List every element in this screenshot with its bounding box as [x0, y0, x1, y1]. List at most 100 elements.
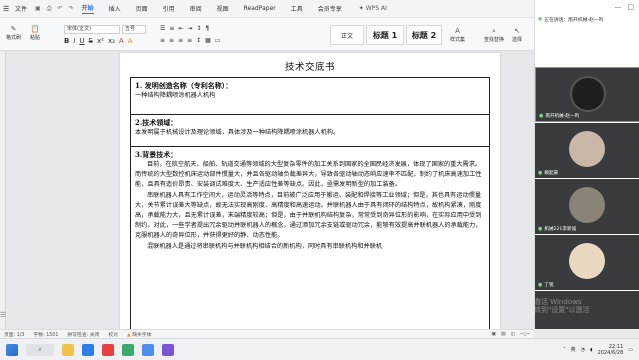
section-technical-field[interactable]: 2.技术领域： 本发明属于机械设计及理论领域，具体涉及一种结构降耦喷涂机器人机构…	[131, 115, 489, 147]
chat-app-icon[interactable]	[122, 343, 134, 356]
subscript-icon[interactable]: x₂	[108, 37, 115, 45]
italic-icon[interactable]: I	[73, 37, 75, 45]
section-invention-name[interactable]: 1. 发明创造名称（专利名称）： 一种结构降耦喷涂机器人机构	[131, 78, 489, 115]
active-speaker-text: 正在讲话：南开机械-赵一鸣	[544, 18, 604, 23]
redo-icon[interactable]: ↷	[69, 5, 74, 13]
section-body: 一种结构降耦喷涂机器人机构	[135, 92, 216, 99]
clock[interactable]: 22:11 2024/6/28	[598, 344, 624, 356]
style-normal[interactable]: 正文	[330, 25, 364, 45]
participant-tile[interactable]: ● 赖起豪	[535, 123, 639, 178]
search-icon[interactable]: ⌕	[26, 343, 54, 356]
select-button[interactable]: ↖ 选择	[512, 26, 522, 43]
tab-readpaper[interactable]: ReadPaper	[244, 5, 276, 12]
file-menu[interactable]: 文件	[15, 4, 27, 13]
line-spacing-icon[interactable]: ↕	[196, 37, 201, 44]
participant-name: ● 赖起豪	[538, 170, 559, 176]
activation-watermark: 激活 Windows 转到"设置"以激活	[534, 298, 590, 314]
font-color-icon[interactable]: A	[119, 37, 124, 45]
app-icon[interactable]	[162, 343, 174, 356]
notification-icon[interactable]: ▭	[628, 347, 633, 353]
microphone-icon: ●	[538, 282, 543, 288]
paragraph: 混联机器人是通过将串联机构与并联机构相结合的新机构，同时具有串联机构和并联机	[147, 242, 383, 250]
increase-indent-icon[interactable]: ⇥	[187, 25, 192, 32]
bullet-list-icon[interactable]: ☰	[160, 25, 165, 32]
style-heading-1[interactable]: 标题 1	[366, 25, 404, 45]
font-name-select[interactable]: 宋体(正文)	[64, 25, 120, 34]
tab-tools[interactable]: 工具	[291, 4, 303, 13]
chevron-up-icon[interactable]: ˄	[563, 347, 566, 353]
view-controls: ▣ ▤ ◫ ─○─	[491, 332, 534, 337]
highlight-icon[interactable]: A	[128, 37, 133, 45]
nav-pane-toggle-icon[interactable]: ☰	[0, 311, 8, 323]
edge-icon[interactable]	[82, 343, 94, 356]
paragraph-row-2: ≡ ≡ ≡ ≡ ↕ ▦ ▭	[160, 37, 221, 44]
align-left-icon[interactable]: ≡	[160, 37, 165, 44]
tab-view[interactable]: 视图	[217, 4, 229, 13]
participant-name: ● 南开机械-赵一鸣	[539, 113, 580, 119]
input-method-indicator[interactable]: 英	[571, 346, 576, 353]
align-right-icon[interactable]: ≡	[178, 37, 183, 44]
numbered-list-icon[interactable]: ≡	[169, 25, 174, 32]
spell-check-status[interactable]: 拼写检查: 关闭	[67, 331, 99, 338]
participant-tile[interactable]: ● 丁铭	[535, 235, 639, 290]
web-view-icon[interactable]: ◫	[510, 332, 515, 337]
brush-icon: ✎	[10, 25, 17, 33]
file-explorer-icon[interactable]	[62, 343, 74, 356]
print-icon[interactable]: ⎙	[47, 5, 52, 13]
format-painter-button[interactable]: ✎ 格式刷	[6, 24, 21, 41]
paragraph: 串联机器人具有工作空间大，运动灵活等特点，目前被广泛应用于搬运、装配和焊接等工业…	[135, 191, 482, 240]
start-button[interactable]	[6, 343, 18, 356]
menu-icon[interactable]: ☰	[3, 5, 13, 13]
document-area[interactable]: 技术交底书 1. 发明创造名称（专利名称）： 一种结构降耦喷涂机器人机构 2.技…	[0, 51, 534, 329]
decrease-indent-icon[interactable]: ⇤	[178, 25, 183, 32]
tab-reference[interactable]: 引用	[163, 4, 175, 13]
undo-icon[interactable]: ↶	[58, 5, 63, 13]
meeting-app-icon[interactable]	[142, 343, 154, 356]
tab-page[interactable]: 页面	[136, 4, 148, 13]
find-replace-button[interactable]: ⌕ 查找替换	[484, 26, 504, 44]
save-icon[interactable]: ▣	[35, 5, 41, 13]
minimize-icon[interactable]: —	[614, 3, 621, 11]
wps-icon[interactable]	[102, 343, 114, 356]
missing-font-alert[interactable]: ▲ 缺失字体	[127, 331, 151, 338]
style-heading-2[interactable]: 标题 2	[406, 25, 442, 45]
quick-access-toolbar: ▣ ⎙ ↶ ↷	[35, 5, 74, 13]
tab-start[interactable]: 开始	[81, 3, 94, 14]
paragraph: 目前，在航空航天、船舶、轨道交通等领域的大型复杂零件的加工关系到国家的全国民经济…	[135, 161, 482, 189]
strikethrough-icon[interactable]: S	[89, 37, 93, 45]
participant-tile[interactable]: ● 机械221李新诚	[535, 179, 639, 234]
network-icon[interactable]: ◔	[581, 347, 585, 353]
select-label: 选择	[512, 37, 523, 43]
paste-button[interactable]: 📋 粘贴	[30, 24, 40, 41]
read-mode-icon[interactable]: ▣	[491, 332, 496, 337]
align-center-icon[interactable]: ≡	[169, 37, 174, 44]
maximize-icon[interactable]: □	[627, 3, 634, 11]
section-background[interactable]: 3.背景技术： 目前，在航空航天、船舶、轨道交通等领域的大型复杂零件的加工关系到…	[131, 147, 489, 329]
word-count[interactable]: 字数: 1501	[33, 331, 58, 338]
disclosure-table: 1. 发明创造名称（专利名称）： 一种结构降耦喷涂机器人机构 2.技术领域： 本…	[130, 77, 490, 329]
bold-icon[interactable]: B	[64, 37, 69, 45]
vertical-ruler	[0, 51, 6, 329]
page-view-icon[interactable]: ▤	[501, 332, 506, 337]
style-set-button[interactable]: A 样式集	[450, 26, 465, 43]
shading-icon[interactable]: ▦	[205, 37, 211, 44]
tab-review[interactable]: 审阅	[190, 4, 202, 13]
wps-ai-label: WPS AI	[365, 5, 387, 12]
tab-member[interactable]: 会员专享	[318, 4, 342, 13]
border-icon[interactable]: ▭	[215, 37, 221, 44]
justify-icon[interactable]: ≡	[187, 37, 192, 44]
document-page[interactable]: 技术交底书 1. 发明创造名称（专利名称）： 一种结构降耦喷涂机器人机构 2.技…	[120, 53, 500, 329]
wps-ai-button[interactable]: ✦ WPS AI	[359, 5, 387, 12]
page-count[interactable]: 页面: 1/3	[4, 331, 24, 338]
participant-tile[interactable]: ● 南开机械-赵一鸣	[535, 67, 639, 122]
sort-text-icon[interactable]: ↕	[196, 25, 201, 32]
font-size-select[interactable]: 五号	[122, 25, 146, 34]
show-marks-icon[interactable]: ¶	[206, 25, 210, 32]
proofread-button[interactable]: 校对	[108, 331, 118, 338]
volume-icon[interactable]: ◖	[590, 347, 593, 353]
ribbon: ✎ 格式刷 📋 粘贴 宋体(正文) 五号 B I U S x² x₂ A A ☰…	[0, 18, 534, 51]
underline-icon[interactable]: U	[79, 37, 84, 45]
tab-insert[interactable]: 插入	[109, 4, 121, 13]
zoom-slider[interactable]: ─○─	[520, 332, 530, 337]
superscript-icon[interactable]: x²	[97, 37, 104, 45]
